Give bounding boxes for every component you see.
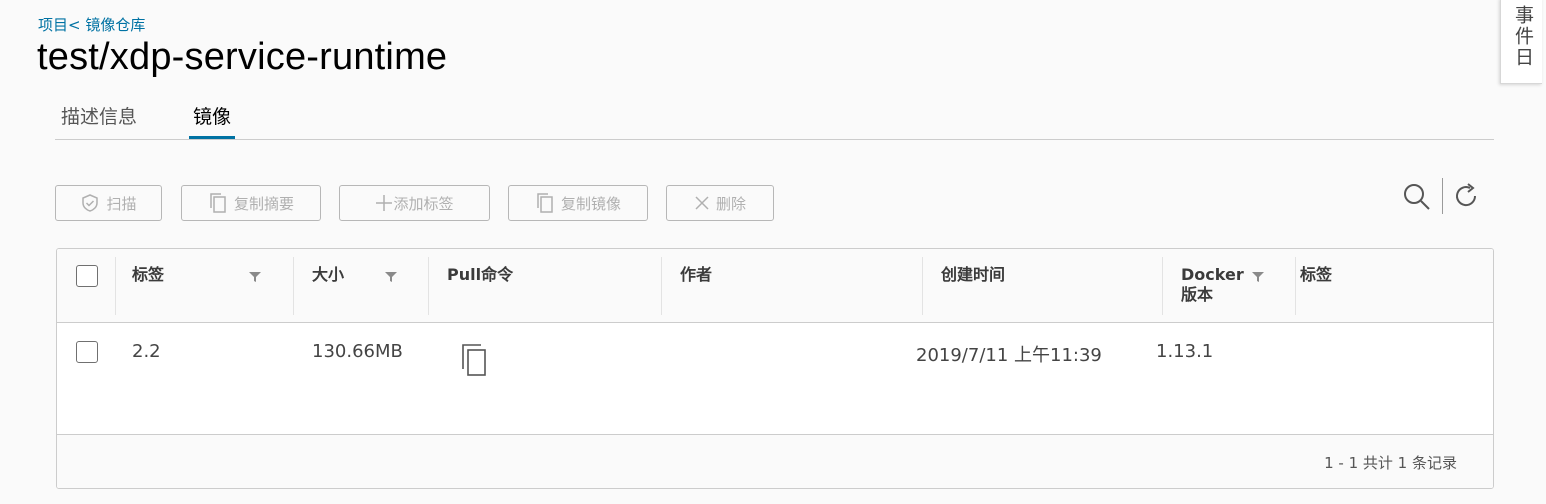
- search-icon[interactable]: [1400, 180, 1432, 212]
- column-separator: [661, 257, 662, 315]
- copy-icon: [537, 193, 553, 213]
- row-tag[interactable]: 2.2: [132, 341, 161, 362]
- scan-button[interactable]: 扫描: [55, 185, 162, 221]
- copy-icon: [210, 193, 226, 213]
- column-separator: [115, 257, 116, 315]
- copy-digest-label: 复制摘要: [233, 194, 294, 213]
- pagination-summary: 1 - 1 共计 1 条记录: [1324, 454, 1457, 472]
- column-separator: [293, 257, 294, 315]
- copy-digest-button[interactable]: 复制摘要: [181, 185, 321, 221]
- copy-image-button[interactable]: 复制镜像: [508, 185, 648, 221]
- add-label-button[interactable]: 添加标签: [339, 185, 490, 221]
- column-header-tag[interactable]: 标签: [132, 265, 164, 285]
- row-checkbox[interactable]: [76, 341, 98, 363]
- delete-label: 删除: [715, 194, 746, 213]
- docker-version-line2: 版本: [1181, 285, 1214, 304]
- row-docker-version: 1.13.1: [1156, 341, 1214, 362]
- page-title: test/xdp-service-runtime: [37, 36, 448, 78]
- breadcrumb-project-link[interactable]: 项目: [38, 16, 68, 34]
- column-header-author[interactable]: 作者: [680, 265, 712, 285]
- row-created: 2019/7/11 上午11:39: [916, 345, 1102, 366]
- tab-bar: 描述信息 镜像: [55, 98, 1494, 140]
- refresh-icon[interactable]: [1451, 181, 1481, 211]
- datagrid-header: 标签 大小 Pull命令 作者 创建时间 Docker 版本 标签: [57, 249, 1493, 323]
- event-log-side-tab[interactable]: 事件日: [1500, 0, 1542, 84]
- scan-label: 扫描: [106, 194, 137, 213]
- grid-tools: [1400, 178, 1481, 214]
- docker-version-line1: Docker: [1181, 265, 1244, 284]
- column-separator: [428, 257, 429, 315]
- select-all-checkbox[interactable]: [76, 265, 98, 287]
- close-icon: [695, 196, 709, 210]
- copy-image-label: 复制镜像: [560, 194, 621, 213]
- column-header-labels[interactable]: 标签: [1300, 265, 1332, 285]
- row-size: 130.66MB: [312, 341, 403, 362]
- column-header-docker-version[interactable]: Docker 版本: [1181, 265, 1244, 305]
- event-log-label: 事件日: [1512, 5, 1534, 68]
- filter-icon[interactable]: [248, 271, 262, 283]
- breadcrumb-separator: <: [68, 16, 81, 34]
- column-separator: [922, 257, 923, 315]
- breadcrumb: 项目< 镜像仓库: [38, 14, 145, 35]
- delete-button[interactable]: 删除: [666, 185, 774, 221]
- filter-icon[interactable]: [1251, 271, 1265, 283]
- column-header-created[interactable]: 创建时间: [941, 265, 1005, 285]
- add-label-label: 添加标签: [393, 194, 454, 213]
- tab-description[interactable]: 描述信息: [57, 102, 141, 139]
- tools-divider: [1442, 178, 1443, 214]
- breadcrumb-repos-link[interactable]: 镜像仓库: [85, 16, 145, 34]
- column-header-size[interactable]: 大小: [312, 265, 344, 285]
- plus-icon: [376, 195, 393, 211]
- shield-check-icon: [82, 194, 99, 212]
- copy-pull-command-icon[interactable]: [459, 343, 491, 377]
- tab-images[interactable]: 镜像: [189, 102, 236, 139]
- column-header-pull[interactable]: Pull命令: [447, 265, 513, 285]
- image-datagrid: 标签 大小 Pull命令 作者 创建时间 Docker 版本 标签 2.2 13…: [56, 248, 1494, 489]
- datagrid-footer: 1 - 1 共计 1 条记录: [57, 434, 1493, 488]
- column-separator: [1295, 257, 1296, 315]
- column-separator: [1162, 257, 1163, 315]
- filter-icon[interactable]: [384, 271, 398, 283]
